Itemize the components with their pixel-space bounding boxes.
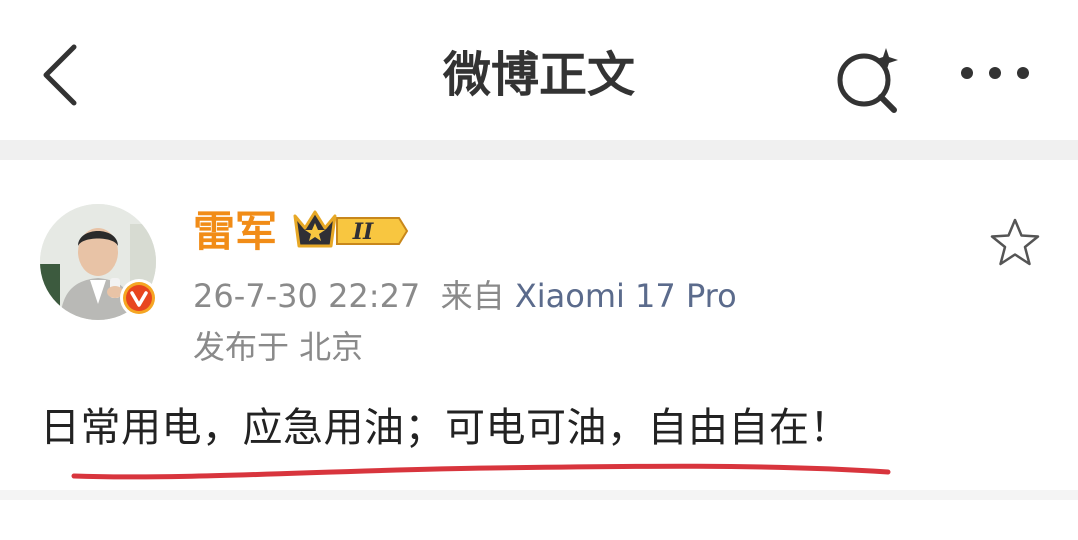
top-bar: 微博正文 <box>0 0 1078 140</box>
member-level-text: II <box>352 219 374 245</box>
post-timestamp: 26-7-30 22:27 <box>193 277 421 315</box>
source-device-link[interactable]: Xiaomi 17 Pro <box>515 277 737 315</box>
author-name[interactable]: 雷军 <box>193 204 277 260</box>
post-location: 发布于 北京 <box>193 328 364 366</box>
more-button[interactable] <box>955 48 1035 98</box>
member-crown-icon[interactable]: II <box>293 208 409 254</box>
search-button[interactable] <box>828 38 908 118</box>
red-underline-annotation <box>71 463 891 480</box>
search-sparkle-icon <box>837 48 898 113</box>
more-dots-icon <box>961 67 1029 79</box>
source-prefix: 来自 <box>440 277 505 315</box>
star-outline-icon <box>990 218 1040 266</box>
post-content: 日常用电，应急用油；可电可油，自由自在！ <box>40 405 850 451</box>
favorite-button[interactable] <box>988 216 1042 270</box>
verified-badge-icon <box>120 279 158 317</box>
post-meta: 26-7-30 22:27 来自 Xiaomi 17 Pro <box>193 274 737 318</box>
comment-section <box>0 500 1078 540</box>
post-card: 雷军 II 26-7-30 22:27 来自 Xiaomi 17 Pro 发布于… <box>0 160 1078 490</box>
page-title: 微博正文 <box>442 47 635 103</box>
section-divider <box>0 140 1078 160</box>
